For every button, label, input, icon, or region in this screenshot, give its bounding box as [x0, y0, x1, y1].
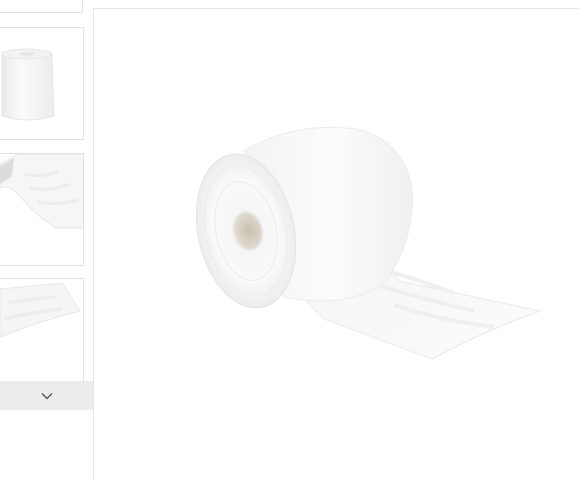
- thumbnail-sheet-detail[interactable]: [0, 153, 84, 266]
- main-product-image[interactable]: [93, 8, 579, 479]
- product-gallery: [0, 0, 579, 479]
- thumbnail-roll-front[interactable]: [0, 27, 84, 140]
- thumbnail-scroll-down-button[interactable]: [0, 381, 93, 410]
- thumbnail-sheet-edge[interactable]: [0, 278, 84, 382]
- thumbnail-partial[interactable]: [0, 0, 83, 13]
- paper-sheet-thumbnail-image: [0, 154, 83, 265]
- chevron-down-icon: [41, 392, 52, 399]
- paper-roll-image: [195, 126, 542, 360]
- paper-edge-thumbnail-image: [0, 279, 83, 382]
- paper-roll-thumbnail-image: [0, 28, 83, 139]
